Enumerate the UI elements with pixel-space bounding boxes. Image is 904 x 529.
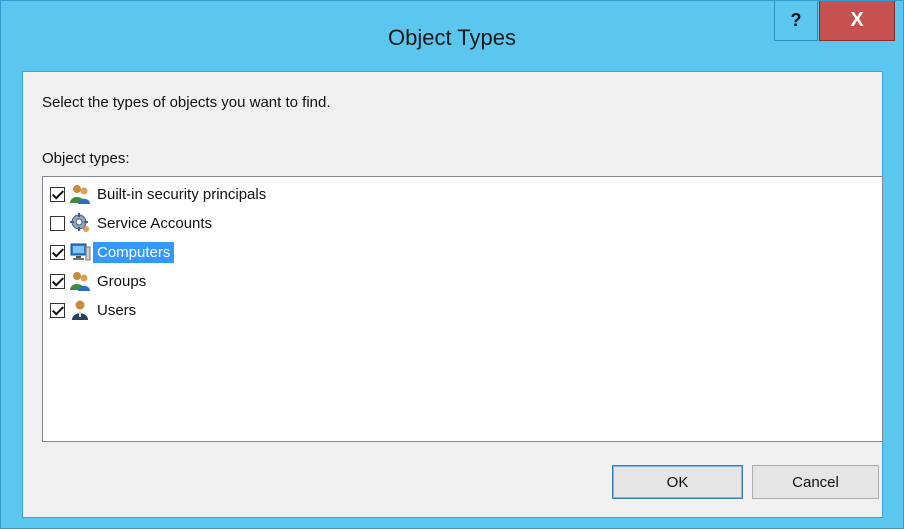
list-item[interactable]: Groups	[50, 267, 150, 295]
users-group-icon	[70, 272, 90, 291]
item-label: Computers	[93, 241, 175, 263]
title-bar[interactable]: Object Types ? X	[1, 1, 903, 69]
checkbox-groups[interactable]	[50, 273, 65, 289]
list-item[interactable]: Service Accounts	[50, 209, 216, 237]
item-label: Built-in security principals	[97, 185, 267, 203]
list-item[interactable]: Computers	[50, 238, 175, 266]
users-group-icon	[70, 185, 90, 204]
user-icon	[72, 300, 88, 320]
item-label: Groups	[97, 272, 147, 290]
object-types-dialog: Object Types ? X Select the types of obj…	[0, 0, 904, 529]
dialog-body: Select the types of objects you want to …	[22, 71, 883, 518]
item-label: Service Accounts	[97, 214, 213, 232]
checkbox-service-accounts[interactable]	[50, 215, 65, 231]
list-item[interactable]: Built-in security principals	[50, 180, 270, 208]
service-account-gear-icon	[70, 213, 89, 232]
checkbox-computers[interactable]	[50, 244, 65, 260]
list-item[interactable]: Users	[50, 296, 140, 324]
help-button[interactable]: ?	[774, 1, 818, 41]
instruction-text: Select the types of objects you want to …	[42, 94, 331, 111]
checkbox-built-in-security-principals[interactable]	[50, 186, 65, 202]
object-types-label: Object types:	[42, 150, 130, 167]
object-types-list[interactable]: Built-in security principals Service Acc…	[42, 176, 883, 442]
cancel-button[interactable]: Cancel	[752, 465, 879, 499]
dialog-title: Object Types	[388, 25, 516, 50]
close-button[interactable]: X	[819, 1, 895, 41]
checkbox-users[interactable]	[50, 302, 65, 318]
item-label: Users	[97, 301, 137, 319]
ok-button[interactable]: OK	[612, 465, 743, 499]
computer-icon	[70, 243, 91, 261]
